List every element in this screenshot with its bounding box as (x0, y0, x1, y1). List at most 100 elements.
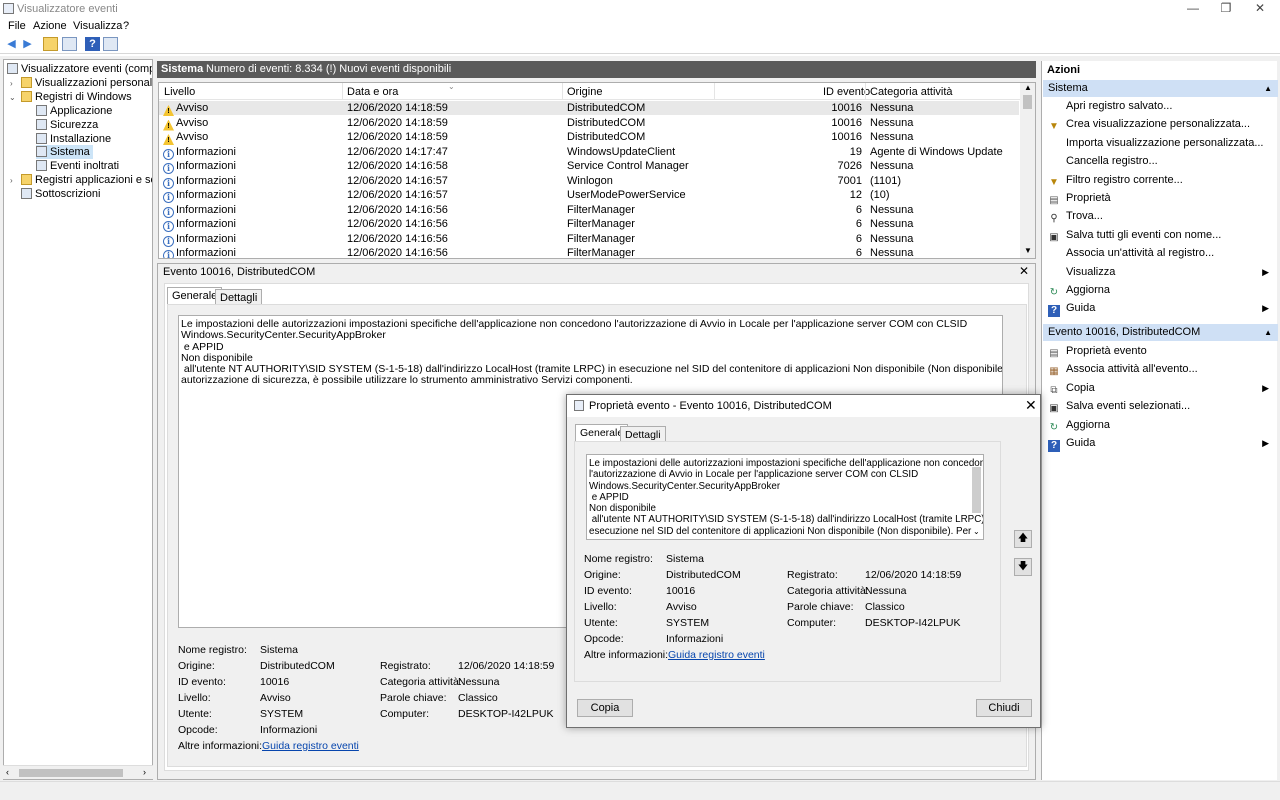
action-item[interactable]: ⧉ Copia ▶ (1048, 380, 1273, 397)
info-icon: i (163, 235, 174, 247)
action-item[interactable]: ▣ Salva tutti gli eventi con nome... (1048, 227, 1273, 244)
table-row[interactable]: i Informazioni 12/06/2020 14:16:56 FilterMa… (159, 203, 1019, 218)
dialog-close-icon[interactable]: ✕ (1025, 397, 1037, 414)
label-event-id: ID evento: (178, 676, 226, 688)
action-item[interactable]: Visualizza ▶ (1048, 264, 1273, 281)
table-row[interactable]: i Informazioni 12/06/2020 14:16:57 Winlogon… (159, 174, 1019, 189)
scroll-thumb[interactable] (19, 769, 123, 777)
expand-arrow-icon[interactable]: › (10, 79, 13, 88)
action-item[interactable]: ⚲ Trova... (1048, 208, 1273, 225)
section-sistema[interactable]: Sistema ▲ (1043, 80, 1278, 97)
cell-date: 12/06/2020 14:16:58 (347, 160, 448, 172)
collapse-icon[interactable]: ▲ (1264, 80, 1272, 97)
menu-azione[interactable]: Azione (33, 20, 67, 32)
expand-arrow-icon[interactable]: › (10, 176, 13, 185)
menu-visualizza[interactable]: Visualizza (73, 20, 122, 32)
tree-root[interactable]: Visualizzatore eventi (computer (7, 62, 152, 76)
cell-source: FilterManager (567, 232, 635, 245)
action-item[interactable]: ▤ Proprietà (1048, 190, 1273, 207)
level-text: Informazioni (176, 145, 236, 158)
table-row[interactable]: i Informazioni 12/06/2020 14:16:56 FilterMa… (159, 217, 1019, 232)
event-icon: ▤ (1049, 348, 1059, 359)
warning-icon: ! (163, 105, 174, 116)
scroll-thumb[interactable] (1023, 95, 1032, 109)
action-item[interactable]: Associa un'attività al registro... (1048, 245, 1273, 262)
label-source: Origine: (178, 660, 215, 672)
close-button[interactable]: Chiudi (976, 699, 1032, 717)
scroll-down-icon[interactable]: ⌄ (973, 527, 980, 536)
action-item[interactable]: ▤ Proprietà evento (1048, 343, 1273, 360)
collapse-icon[interactable]: ▲ (1264, 324, 1272, 341)
table-vertical-scrollbar[interactable]: ▲ ▼ (1020, 83, 1035, 258)
cell-source: DistributedCOM (567, 131, 646, 143)
table-row[interactable]: ! Avviso 12/06/2020 14:18:59 DistributedCOM… (159, 116, 1019, 131)
more-info-link[interactable]: Guida registro eventi (262, 740, 359, 752)
action-item[interactable]: ▣ Salva eventi selezionati... (1048, 398, 1273, 415)
action-item[interactable]: ▼ Filtro registro corrente... (1048, 172, 1273, 189)
scroll-thumb[interactable] (972, 467, 981, 513)
col-origine[interactable]: Origine (567, 86, 602, 98)
action-item[interactable]: ↻ Aggiorna (1048, 282, 1273, 299)
action-item[interactable]: Importa visualizzazione personalizzata..… (1048, 135, 1273, 152)
tab-generale[interactable]: Generale (167, 287, 223, 304)
maximize-button[interactable]: ❐ (1209, 0, 1243, 17)
copy-button[interactable]: Copia (577, 699, 633, 717)
show-hide-actions-icon[interactable] (103, 37, 118, 51)
table-row[interactable]: i Informazioni 12/06/2020 14:16:56 FilterMa… (159, 232, 1019, 247)
col-categoria[interactable]: Categoria attività (870, 86, 953, 98)
col-livello[interactable]: Livello (164, 86, 195, 98)
section-evento[interactable]: Evento 10016, DistributedCOM ▲ (1043, 324, 1278, 341)
action-item[interactable]: ↻ Aggiorna (1048, 417, 1273, 434)
warning-icon: ! (163, 119, 174, 131)
close-detail-icon[interactable]: ✕ (1019, 264, 1029, 278)
table-row[interactable]: ! Avviso 12/06/2020 14:18:59 DistributedCOM… (159, 101, 1019, 116)
collapse-arrow-icon[interactable]: ⌄ (9, 93, 16, 102)
tree-windows-logs-label: Registri di Windows (35, 91, 132, 103)
previous-event-icon[interactable]: 🡅 (1014, 530, 1032, 548)
col-data[interactable]: Data e ora (347, 86, 398, 98)
tree-subscriptions[interactable]: Sottoscrizioni (21, 187, 100, 201)
next-event-icon[interactable]: 🡇 (1014, 558, 1032, 576)
scroll-right-icon[interactable]: › (143, 767, 146, 777)
table-row[interactable]: i Informazioni 12/06/2020 14:16:58 Service … (159, 159, 1019, 174)
dialog-description[interactable]: Le impostazioni delle autorizzazioni imp… (586, 454, 984, 540)
action-item[interactable]: Apri registro salvato... (1048, 98, 1273, 115)
dialog-value-source: DistributedCOM (666, 569, 741, 581)
action-item[interactable]: ▦ Associa attività all'evento... (1048, 361, 1273, 378)
tree-log-sistema[interactable]: Sistema (36, 145, 93, 159)
action-item[interactable]: ▼ Crea visualizzazione personalizzata... (1048, 116, 1273, 133)
tree-apps-logs[interactable]: Registri applicazioni e servizi (21, 173, 152, 187)
table-row[interactable]: ! Avviso 12/06/2020 14:18:59 DistributedCOM… (159, 130, 1019, 145)
menu-file[interactable]: File (8, 20, 26, 32)
menu-help[interactable]: ? (123, 20, 129, 32)
action-item[interactable]: ? Guida ▶ (1048, 435, 1273, 452)
forward-icon[interactable]: ▶ (20, 37, 35, 51)
table-row[interactable]: i Informazioni 12/06/2020 14:17:47 WindowsU… (159, 145, 1019, 160)
dialog-more-info-link[interactable]: Guida registro eventi (668, 649, 765, 661)
tree-log-sicurezza[interactable]: Sicurezza (36, 118, 98, 132)
help-icon[interactable]: ? (85, 37, 100, 51)
folder-up-icon[interactable] (43, 37, 58, 51)
back-icon[interactable]: ◀ (4, 37, 19, 51)
submenu-arrow-icon: ▶ (1262, 266, 1269, 277)
scroll-up-icon[interactable]: ▲ (1024, 83, 1032, 92)
action-label: Importa visualizzazione personalizzata..… (1066, 136, 1264, 149)
action-item[interactable]: Cancella registro... (1048, 153, 1273, 170)
close-window-button[interactable]: ✕ (1243, 0, 1277, 17)
cell-date: 12/06/2020 14:16:56 (347, 203, 448, 216)
tree-horizontal-scrollbar[interactable]: ‹ › (3, 765, 153, 779)
tree-log-applicazione[interactable]: Applicazione (36, 104, 112, 118)
show-hide-tree-icon[interactable] (62, 37, 77, 51)
scroll-down-icon[interactable]: ▼ (1024, 246, 1032, 255)
tree-windows-logs[interactable]: Registri di Windows (21, 90, 132, 104)
col-id[interactable]: ID evento (823, 86, 870, 98)
scroll-left-icon[interactable]: ‹ (6, 767, 9, 777)
tree-log-installazione[interactable]: Installazione (36, 132, 111, 146)
level-text: Informazioni (176, 218, 236, 230)
action-item[interactable]: ? Guida ▶ (1048, 300, 1273, 318)
table-row[interactable]: i Informazioni 12/06/2020 14:16:56 FilterMa… (159, 246, 1019, 258)
tree-custom-views[interactable]: Visualizzazioni personalizzate (21, 76, 152, 90)
table-row[interactable]: i Informazioni 12/06/2020 14:16:57 UserMode… (159, 188, 1019, 203)
tree-log-eventi-inoltrati[interactable]: Eventi inoltrati (36, 159, 119, 173)
minimize-button[interactable]: — (1176, 0, 1210, 17)
